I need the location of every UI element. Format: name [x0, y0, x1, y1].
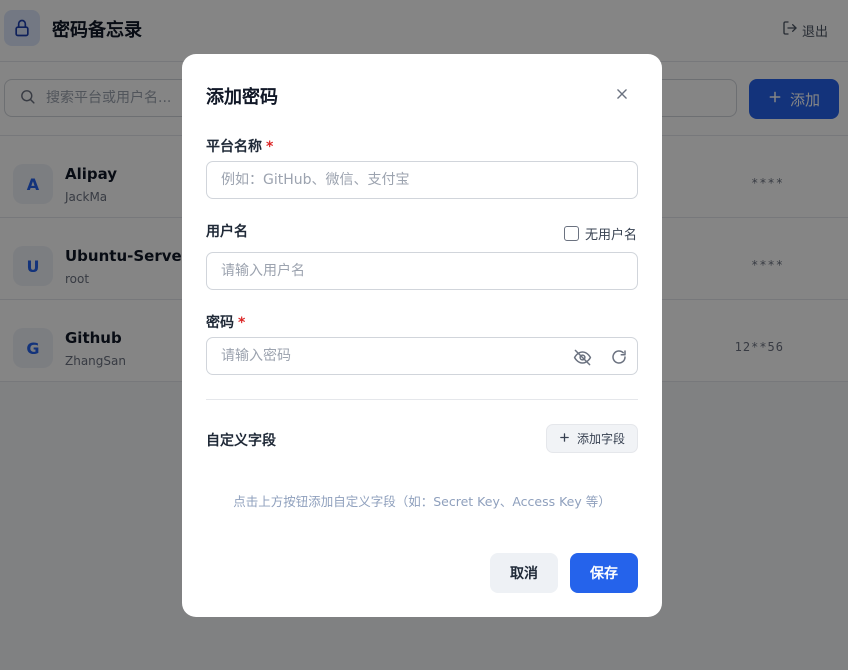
save-button[interactable]: 保存: [570, 553, 638, 593]
custom-fields-label: 自定义字段: [206, 433, 276, 449]
add-password-modal: 添加密码 平台名称* 用户名 无用户名 密码*: [182, 54, 662, 617]
username-label: 用户名: [206, 224, 248, 240]
no-username-toggle[interactable]: 无用户名: [564, 224, 637, 243]
add-field-button[interactable]: 添加字段: [546, 424, 638, 453]
custom-fields-hint: 点击上方按钮添加自定义字段（如：Secret Key、Access Key 等）: [233, 494, 611, 509]
username-input[interactable]: [221, 253, 561, 289]
required-mark: *: [238, 315, 246, 331]
password-label-text: 密码: [206, 315, 234, 331]
divider: [206, 399, 638, 400]
platform-label: 平台名称 *: [206, 136, 273, 156]
add-field-label: 添加字段: [576, 432, 625, 446]
platform-field: [206, 161, 638, 199]
password-label: 密码 *: [206, 312, 245, 332]
password-input[interactable]: [221, 338, 561, 374]
username-field: [206, 252, 638, 290]
app-root: 密码备忘录 退出 搜索平台或用户名... 添加 A Alipay JackMa …: [0, 0, 848, 670]
refresh-icon[interactable]: [609, 347, 629, 367]
close-icon[interactable]: [612, 84, 632, 104]
modal-title: 添加密码: [206, 87, 278, 108]
eye-off-icon[interactable]: [572, 347, 592, 367]
platform-label-text: 平台名称: [206, 139, 262, 155]
no-username-label: 无用户名: [585, 228, 638, 243]
plus-icon: [559, 432, 570, 446]
platform-input[interactable]: [221, 162, 561, 198]
required-mark: *: [266, 139, 274, 155]
no-username-checkbox[interactable]: [564, 226, 579, 241]
password-field: [206, 337, 638, 375]
cancel-button[interactable]: 取消: [490, 553, 558, 593]
